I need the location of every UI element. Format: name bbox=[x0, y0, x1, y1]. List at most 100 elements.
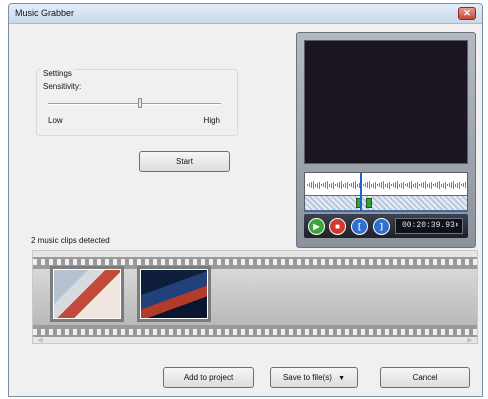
waveform-bar bbox=[315, 183, 316, 187]
waveform-bar bbox=[319, 181, 320, 189]
waveform-bar bbox=[349, 184, 350, 186]
waveform-bar bbox=[343, 183, 344, 187]
waveform-bar bbox=[417, 181, 418, 189]
waveform-bar bbox=[389, 181, 390, 189]
waveform-bar bbox=[433, 184, 434, 186]
selection-end-handle[interactable] bbox=[366, 198, 372, 208]
filmstrip bbox=[33, 257, 477, 337]
start-button[interactable]: Start bbox=[139, 151, 230, 172]
waveform-bar bbox=[341, 181, 342, 189]
waveform-bar bbox=[405, 184, 406, 186]
waveform-bar bbox=[339, 182, 340, 188]
clip-2-image bbox=[140, 269, 208, 319]
mark-in-icon: [ bbox=[358, 222, 361, 231]
settings-group-title: Settings bbox=[41, 69, 74, 78]
waveform-bar bbox=[451, 182, 452, 188]
clip-thumbnail-2[interactable] bbox=[137, 266, 211, 322]
waveform-bar bbox=[399, 183, 400, 187]
waveform-bar bbox=[465, 182, 466, 188]
video-preview bbox=[304, 40, 468, 164]
waveform-bar bbox=[335, 184, 336, 186]
play-button[interactable]: ▶ bbox=[308, 218, 325, 235]
waveform-bar bbox=[455, 183, 456, 187]
mark-out-icon: ] bbox=[380, 222, 383, 231]
waveform-bar bbox=[347, 181, 348, 189]
waveform-bar bbox=[311, 182, 312, 188]
waveform-bar bbox=[443, 182, 444, 188]
cancel-button[interactable]: Cancel bbox=[380, 367, 470, 388]
waveform-bar bbox=[437, 182, 438, 188]
waveform-bar bbox=[367, 182, 368, 188]
playback-controls: ▶ ■ [ ] 00:20:39.93 ⬍ bbox=[304, 214, 468, 238]
waveform-bar bbox=[423, 182, 424, 188]
waveform-bar bbox=[357, 183, 358, 187]
close-button[interactable]: ✕ bbox=[458, 7, 476, 20]
waveform-bar bbox=[371, 183, 372, 187]
settings-group: Settings Sensitivity: Low High bbox=[36, 69, 238, 136]
playhead[interactable] bbox=[360, 173, 362, 211]
waveform-bar bbox=[461, 184, 462, 186]
waveform-bar bbox=[373, 182, 374, 188]
waveform-bar bbox=[393, 183, 394, 187]
save-to-files-button[interactable]: Save to file(s) ▼ bbox=[270, 367, 358, 388]
waveform-bar bbox=[329, 183, 330, 187]
time-spinner-icon[interactable]: ⬍ bbox=[455, 219, 459, 233]
mark-out-button[interactable]: ] bbox=[373, 218, 390, 235]
sensitivity-slider-thumb[interactable] bbox=[137, 98, 142, 108]
waveform-bar bbox=[375, 181, 376, 189]
waveform-bar bbox=[411, 181, 412, 189]
waveform-bar bbox=[441, 183, 442, 187]
waveform-bar bbox=[391, 184, 392, 186]
waveform-bar bbox=[309, 183, 310, 187]
stop-button[interactable]: ■ bbox=[329, 218, 346, 235]
filmstrip-perforation-top bbox=[33, 259, 477, 265]
mark-in-button[interactable]: [ bbox=[351, 218, 368, 235]
time-value: 00:20:39.93 bbox=[402, 221, 455, 230]
waveform-bar bbox=[463, 183, 464, 187]
time-display[interactable]: 00:20:39.93 ⬍ bbox=[395, 218, 463, 234]
waveform-bar bbox=[401, 182, 402, 188]
preview-panel: ▶ ■ [ ] 00:20:39.93 ⬍ bbox=[296, 32, 476, 248]
waveform-bar bbox=[421, 183, 422, 187]
low-label: Low bbox=[48, 116, 63, 125]
stop-icon: ■ bbox=[335, 222, 340, 231]
waveform-bar bbox=[453, 181, 454, 189]
waveform-bar bbox=[381, 182, 382, 188]
waveform-bar bbox=[345, 182, 346, 188]
waveform-bar bbox=[457, 182, 458, 188]
waveform-bar bbox=[397, 181, 398, 189]
waveform-bar bbox=[369, 181, 370, 189]
waveform-bar bbox=[409, 182, 410, 188]
window-title: Music Grabber bbox=[15, 8, 75, 18]
scroll-right-icon[interactable]: ▶ bbox=[466, 337, 474, 345]
waveform-timeline[interactable] bbox=[304, 172, 468, 212]
clip-1-image bbox=[53, 269, 121, 319]
waveform-bar bbox=[333, 181, 334, 189]
chevron-down-icon: ▼ bbox=[338, 375, 346, 382]
waveform-bar bbox=[427, 183, 428, 187]
waveform-bar bbox=[459, 181, 460, 189]
waveform-bar bbox=[331, 182, 332, 188]
sensitivity-slider[interactable] bbox=[48, 98, 221, 108]
waveform-bar bbox=[307, 184, 308, 186]
waveform-bar bbox=[445, 181, 446, 189]
close-icon: ✕ bbox=[463, 8, 471, 18]
add-to-project-button[interactable]: Add to project bbox=[163, 367, 254, 388]
scroll-left-icon[interactable]: ◀ bbox=[36, 337, 44, 345]
waveform-bar bbox=[365, 183, 366, 187]
waveform-bar bbox=[403, 181, 404, 189]
waveform-bar bbox=[449, 183, 450, 187]
waveform-bar bbox=[363, 184, 364, 186]
clip-thumbnail-1[interactable] bbox=[50, 266, 124, 322]
waveform-bar bbox=[323, 183, 324, 187]
high-label: High bbox=[203, 116, 220, 125]
selection-region[interactable] bbox=[305, 195, 467, 211]
clips-filmstrip-area: ◀ ▶ bbox=[32, 250, 478, 344]
play-icon: ▶ bbox=[313, 222, 320, 231]
waveform-bar bbox=[351, 183, 352, 187]
waveform-bar bbox=[355, 181, 356, 189]
waveform-bar bbox=[321, 184, 322, 186]
waveform-bar bbox=[407, 183, 408, 187]
sensitivity-label: Sensitivity: bbox=[43, 82, 82, 91]
save-to-files-label: Save to file(s) bbox=[282, 373, 332, 382]
